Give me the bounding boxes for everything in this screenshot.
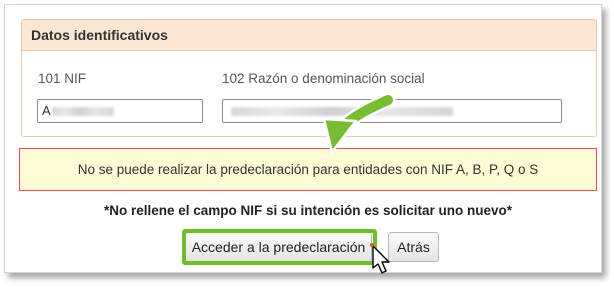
- redacted-razon-social: [231, 107, 453, 117]
- atras-button[interactable]: Atrás: [388, 232, 439, 262]
- nif-input[interactable]: A: [37, 99, 203, 123]
- nif-note: *No rellene el campo NIF si su intención…: [103, 203, 513, 218]
- nif-value: A: [42, 103, 51, 118]
- razon-social-input[interactable]: [222, 99, 562, 123]
- panel-title: Datos identificativos: [22, 20, 596, 51]
- datos-identificativos-panel: Datos identificativos 101 NIF 102 Razón …: [21, 19, 597, 137]
- window-frame: Datos identificativos 101 NIF 102 Razón …: [4, 4, 602, 273]
- error-alert: No se puede realizar la predeclaración p…: [19, 148, 597, 191]
- alert-message: No se puede realizar la predeclaración p…: [77, 162, 539, 177]
- acceder-predeclaracion-button[interactable]: Acceder a la predeclaración: [185, 232, 372, 262]
- nif-label: 101 NIF: [38, 71, 87, 86]
- razon-social-label: 102 Razón o denominación social: [222, 71, 425, 86]
- redacted-nif: [51, 107, 114, 117]
